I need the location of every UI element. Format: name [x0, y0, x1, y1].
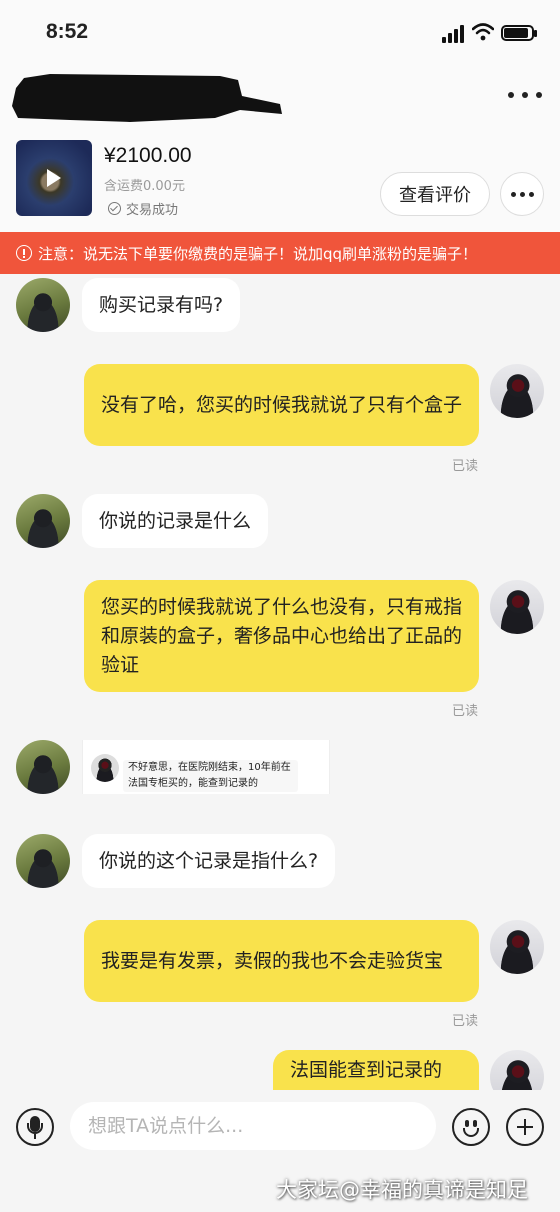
emoji-button[interactable] — [452, 1108, 490, 1146]
status-bar: 8:52 — [0, 0, 560, 60]
watermark: 大家坛@幸福的真谛是知足 — [276, 1178, 528, 1202]
deal-status: 交易成功 — [108, 199, 178, 218]
message-bubble: 您买的时候我就说了什么也没有，只有戒指和原装的盒子，奢侈品中心也给出了正品的验证 — [84, 580, 479, 692]
signal-icon — [442, 25, 466, 43]
message-bubble: 我要是有发票，卖假的我也不会走验货宝 — [84, 920, 479, 1002]
more-options-icon[interactable] — [508, 84, 542, 106]
smiley-icon — [463, 1128, 479, 1137]
battery-icon — [501, 25, 537, 41]
wifi-icon — [472, 23, 494, 41]
message-bubble: 你说的这个记录是指什么? — [82, 834, 336, 888]
product-price: ¥2100.00 — [104, 144, 192, 167]
play-icon — [47, 169, 61, 187]
add-attachment-button[interactable] — [506, 1108, 544, 1146]
message-bubble: 你说的记录是什么 — [82, 494, 269, 548]
seller-avatar[interactable] — [490, 580, 544, 634]
input-bar — [0, 1090, 560, 1166]
check-circle-icon — [108, 202, 121, 215]
deal-status-label: 交易成功 — [126, 203, 179, 218]
view-review-button[interactable]: 查看评价 — [380, 172, 490, 216]
warning-text: 注意：说无法下单要你缴费的是骗子！说加qq刷单涨粉的是骗子！ — [38, 244, 478, 263]
warning-icon — [16, 245, 32, 261]
screenshot-avatar — [91, 754, 119, 782]
buyer-avatar[interactable] — [16, 834, 70, 888]
chat-header — [0, 60, 560, 132]
message-bubble: 没有了哈，您买的时候我就说了只有个盒子 — [84, 364, 479, 446]
voice-input-button[interactable] — [16, 1108, 54, 1146]
buyer-avatar[interactable] — [16, 494, 70, 548]
read-status: 已读 — [452, 704, 479, 719]
read-status: 已读 — [452, 459, 479, 474]
buyer-avatar[interactable] — [16, 278, 70, 332]
message-bubble: 购买记录有吗? — [82, 278, 241, 332]
warning-banner: 注意：说无法下单要你缴费的是骗子！说加qq刷单涨粉的是骗子！ — [0, 232, 560, 274]
message-input[interactable] — [70, 1102, 436, 1150]
product-card[interactable]: ¥2100.00 含运费0.00元 交易成功 查看评价 — [0, 132, 560, 232]
product-thumbnail[interactable] — [16, 140, 92, 216]
screenshot-text: 不好意思，在医院刚结束，10年前在法国专柜买的，能查到记录的 — [123, 760, 298, 792]
buyer-avatar[interactable] — [16, 740, 70, 794]
status-time: 8:52 — [46, 20, 89, 43]
more-button[interactable] — [500, 172, 544, 216]
shipping-fee: 含运费0.00元 — [104, 179, 185, 194]
read-status: 已读 — [452, 1014, 479, 1029]
message-bubble: 法国能查到记录的 — [273, 1050, 479, 1090]
redacted-title — [12, 74, 282, 122]
seller-avatar[interactable] — [490, 364, 544, 418]
image-message[interactable]: 不好意思，在医院刚结束，10年前在法国专柜买的，能查到记录的 — [82, 740, 330, 794]
seller-avatar[interactable] — [490, 920, 544, 974]
